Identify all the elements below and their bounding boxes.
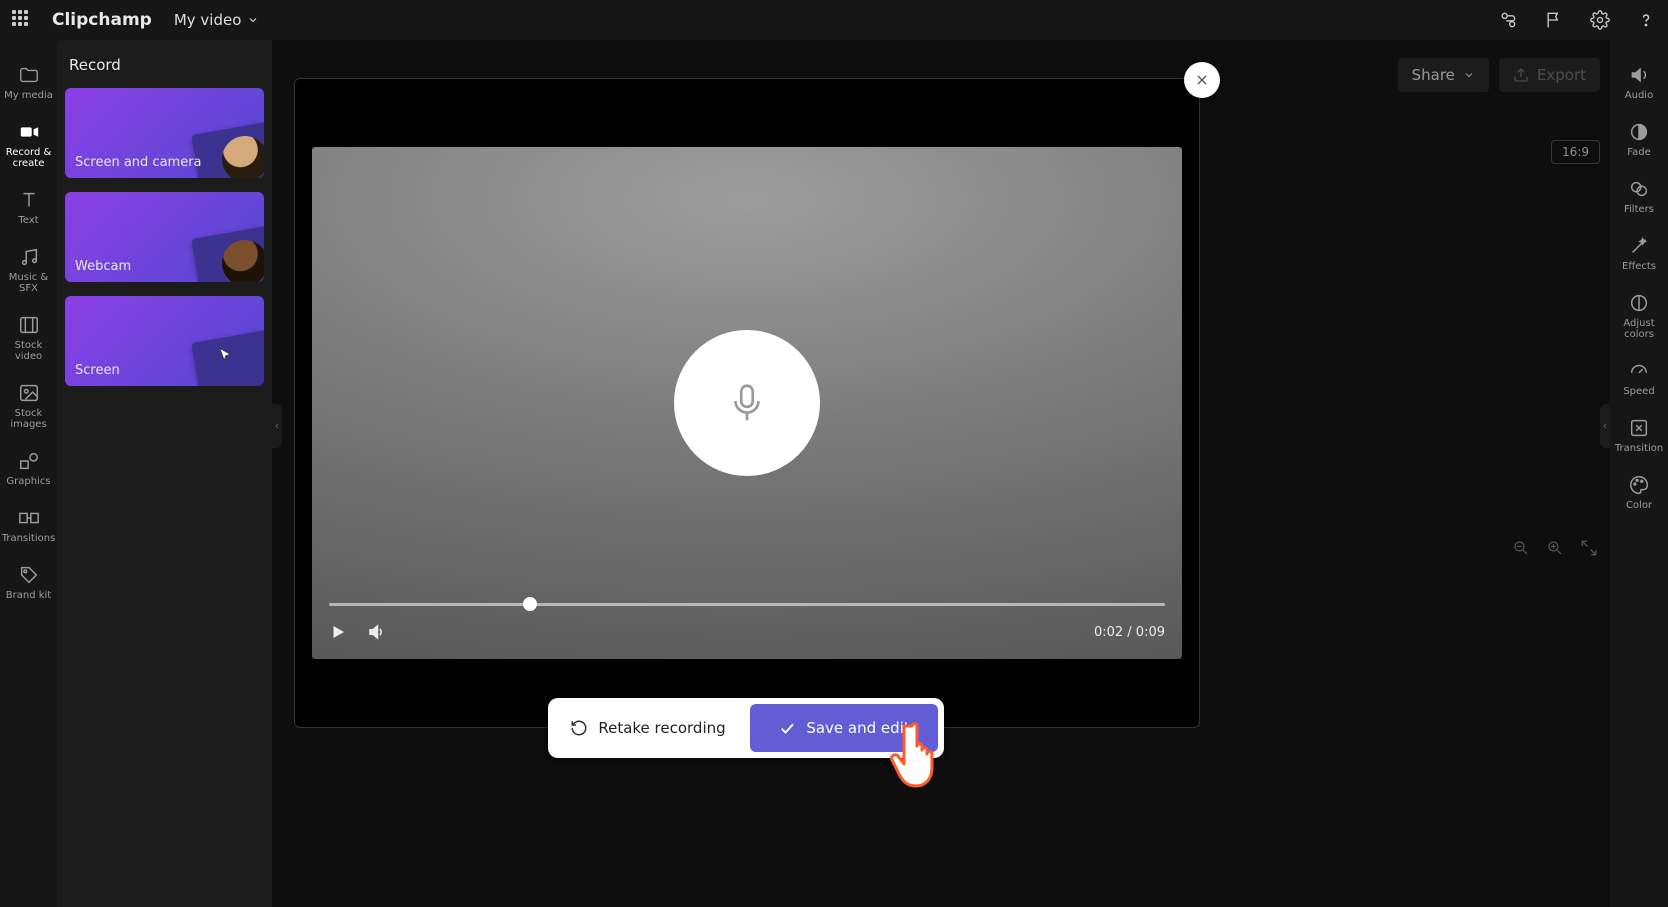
retake-button[interactable]: Retake recording (554, 704, 742, 752)
save-edit-button[interactable]: Save and edit (750, 704, 938, 752)
rail-fade[interactable]: Fade (1610, 115, 1668, 164)
rail-text[interactable]: Text (0, 183, 57, 232)
card-webcam[interactable]: Webcam (65, 192, 264, 282)
card-screen-camera[interactable]: Screen and camera (65, 88, 264, 178)
app-title: Clipchamp (52, 10, 152, 30)
side-panel: Record Screen and camera Webcam Screen (57, 40, 272, 907)
speaker-icon (1628, 64, 1650, 86)
rail-filters[interactable]: Filters (1610, 172, 1668, 221)
microphone-icon (724, 380, 770, 426)
volume-icon[interactable] (367, 623, 385, 641)
shapes-icon (18, 450, 40, 472)
side-panel-heading: Record (69, 56, 260, 74)
microphone-indicator (674, 330, 820, 476)
top-bar: Clipchamp My video (0, 0, 1668, 40)
folder-icon (18, 64, 40, 86)
rail-audio[interactable]: Audio (1610, 58, 1668, 107)
app-launcher-icon[interactable] (12, 10, 32, 30)
transition-icon (18, 507, 40, 529)
rail-brand-kit[interactable]: Brand kit (0, 558, 57, 607)
seek-thumb[interactable] (523, 597, 537, 611)
version-history-icon[interactable] (1498, 10, 1518, 30)
preview-video: 0:02 / 0:09 (312, 147, 1182, 659)
rail-transition[interactable]: Transition (1610, 411, 1668, 460)
cursor-icon (216, 346, 234, 364)
contrast-icon (1628, 292, 1650, 314)
expand-icon (1628, 417, 1650, 439)
rail-effects[interactable]: Effects (1610, 229, 1668, 278)
rail-transitions[interactable]: Transitions (0, 501, 57, 550)
seek-track[interactable] (329, 603, 1165, 606)
rail-music[interactable]: Music & SFX (0, 240, 57, 300)
retry-icon (570, 719, 588, 737)
rail-color[interactable]: Color (1610, 468, 1668, 517)
card-screen[interactable]: Screen (65, 296, 264, 386)
image-icon (18, 382, 40, 404)
text-icon (18, 189, 40, 211)
camera-icon (18, 121, 40, 143)
project-name: My video (174, 11, 242, 29)
recording-action-bar: Retake recording Save and edit (548, 698, 944, 758)
music-icon (18, 246, 40, 268)
rail-my-media[interactable]: My media (0, 58, 57, 107)
play-icon[interactable] (329, 623, 347, 641)
palette-icon (1628, 474, 1650, 496)
film-icon (18, 314, 40, 336)
close-icon (1194, 72, 1210, 88)
gear-icon[interactable] (1590, 10, 1610, 30)
tag-icon (18, 564, 40, 586)
left-rail: My media Record & create Text Music & SF… (0, 40, 57, 907)
rail-stock-images[interactable]: Stock images (0, 376, 57, 436)
playback-time: 0:02 / 0:09 (1094, 625, 1165, 640)
playback-bar: 0:02 / 0:09 (329, 593, 1165, 657)
speed-icon (1628, 360, 1650, 382)
right-rail: Audio Fade Filters Effects Adjust colors… (1610, 40, 1668, 907)
wand-icon (1628, 235, 1650, 257)
fade-icon (1628, 121, 1650, 143)
project-dropdown[interactable]: My video (174, 11, 260, 29)
check-icon (778, 719, 796, 737)
flag-icon[interactable] (1544, 10, 1564, 30)
help-icon[interactable] (1636, 10, 1656, 30)
close-button[interactable] (1184, 62, 1220, 98)
rail-adjust-colors[interactable]: Adjust colors (1610, 286, 1668, 346)
chevron-down-icon (247, 14, 259, 26)
filters-icon (1628, 178, 1650, 200)
rail-graphics[interactable]: Graphics (0, 444, 57, 493)
rail-stock-video[interactable]: Stock video (0, 308, 57, 368)
rail-record-create[interactable]: Record & create (0, 115, 57, 175)
recording-preview-modal: 0:02 / 0:09 (294, 78, 1200, 728)
rail-speed[interactable]: Speed (1610, 354, 1668, 403)
